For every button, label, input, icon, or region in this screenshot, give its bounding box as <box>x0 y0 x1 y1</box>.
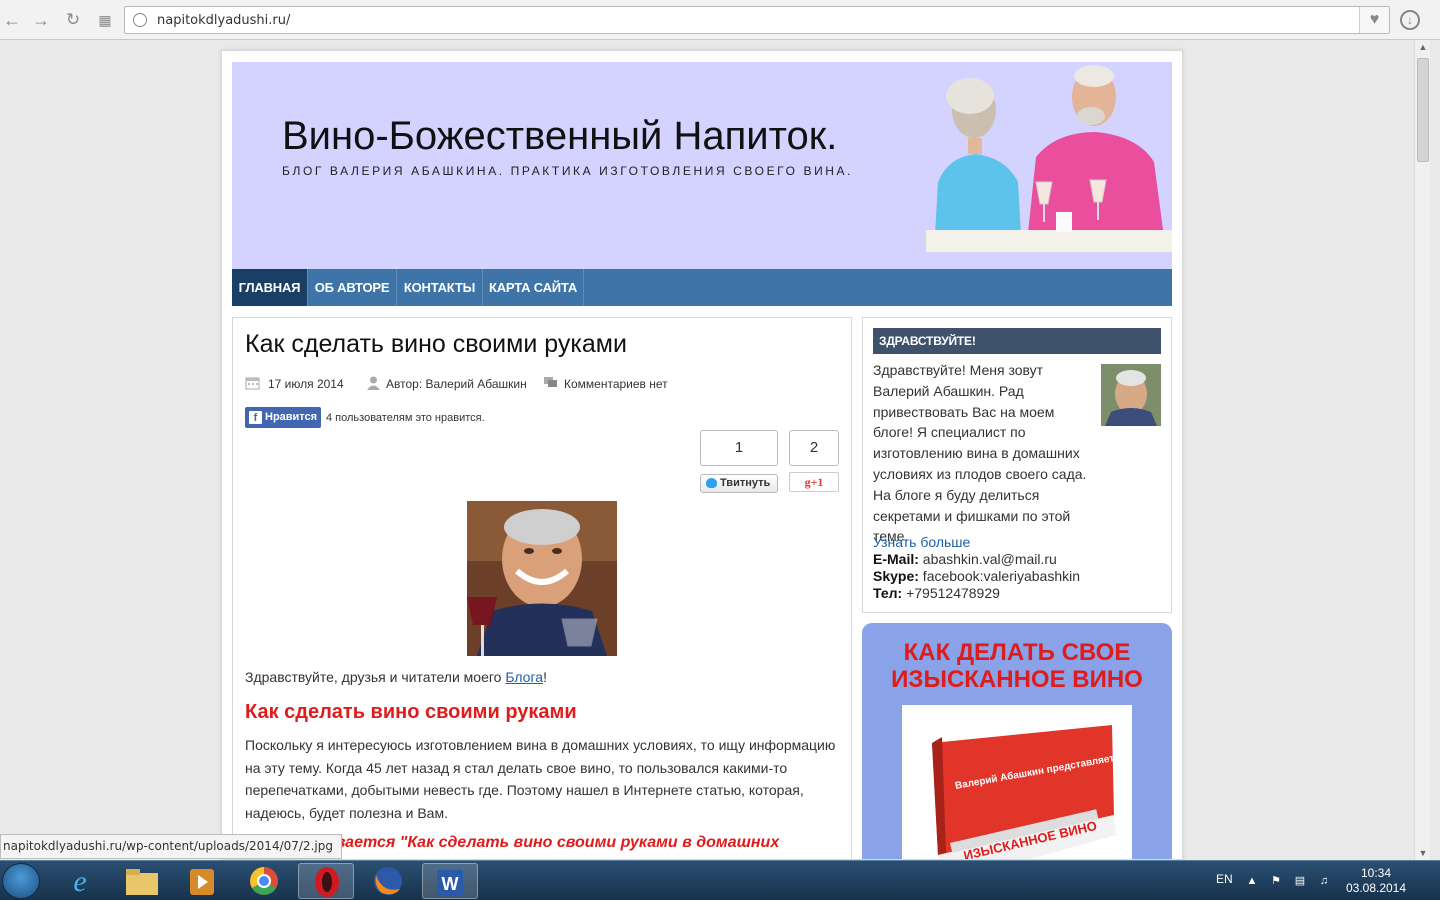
ie-icon[interactable]: e <box>52 863 108 899</box>
reload-icon[interactable]: ↻ <box>63 10 83 30</box>
ebook-title: КАК ДЕЛАТЬ СВОЕ ИЗЫСКАННОЕ ВИНО <box>891 639 1143 693</box>
calendar-icon <box>245 377 260 390</box>
post-photo[interactable] <box>467 501 617 656</box>
svg-text:e: e <box>73 865 86 898</box>
about-widget: ЗДРАВСТВУЙТЕ! Здравствуйте! Меня зовут В… <box>862 317 1172 613</box>
facebook-like-button[interactable]: f Нравится <box>245 407 321 428</box>
gplus-count: 2 <box>789 430 839 466</box>
tweet-button[interactable]: Твитнуть <box>700 474 778 493</box>
twitter-icon <box>706 478 717 488</box>
facebook-icon: f <box>249 411 262 424</box>
forward-icon[interactable]: → <box>31 10 51 30</box>
contact-skype: Skype: facebook:valeriyabashkin <box>873 568 1081 584</box>
contact-email: E-Mail: abashkin.val@mail.ru <box>873 551 1057 567</box>
post-comments[interactable]: Комментариев нет <box>564 377 668 391</box>
apps-grid-icon[interactable]: ▦ <box>95 10 115 30</box>
post-italic-quote: азывается "Как сделать вино своими рукам… <box>305 834 780 851</box>
action-center-icon[interactable]: ⚑ <box>1270 875 1282 887</box>
firefox-icon[interactable] <box>360 863 416 899</box>
explorer-icon[interactable] <box>114 863 170 899</box>
header-couple-photo <box>926 62 1172 252</box>
address-bar[interactable]: napitokdlyadushi.ru/ ♥ <box>124 6 1390 34</box>
network-icon[interactable]: ▤ <box>1294 875 1306 887</box>
post-heading: Как сделать вино своими руками <box>245 701 577 723</box>
site-header: Вино-Божественный Напиток. БЛОГ ВАЛЕРИЯ … <box>232 62 1172 269</box>
facebook-like-count: 4 пользователям это нравится. <box>326 412 485 424</box>
post-content: Как сделать вино своими руками 17 июля 2… <box>232 317 852 859</box>
input-language[interactable]: EN <box>1216 872 1233 886</box>
ebook-promo[interactable]: КАК ДЕЛАТЬ СВОЕ ИЗЫСКАННОЕ ВИНО Валерий … <box>862 623 1172 859</box>
windows-taskbar: e W EN ▲ ⚑ ▤ ♫ 10:34 03.08.2014 <box>0 860 1440 900</box>
author-icon <box>367 376 380 390</box>
post-title[interactable]: Как сделать вино своими руками <box>245 330 627 359</box>
back-icon[interactable]: ← <box>2 10 22 30</box>
ebook-cover[interactable]: Валерий Абашкин представляет ИЗЫСКАННОЕ … <box>902 705 1132 859</box>
nav-item-home[interactable]: ГЛАВНАЯ <box>232 269 308 306</box>
page-container: Вино-Божественный Напиток. БЛОГ ВАЛЕРИЯ … <box>221 50 1183 860</box>
word-icon[interactable]: W <box>422 863 478 899</box>
clock[interactable]: 10:34 03.08.2014 <box>1345 866 1407 896</box>
post-greeting: Здравствуйте, друзья и читатели моего Бл… <box>245 669 547 685</box>
widget-text: Здравствуйте! Меня зовут Валерий Абашкин… <box>873 362 1087 545</box>
page-scrollbar[interactable]: ▲ ▼ <box>1414 40 1430 860</box>
media-player-icon[interactable] <box>174 863 230 899</box>
url-text: napitokdlyadushi.ru/ <box>157 13 291 28</box>
blog-link[interactable]: Блога <box>505 669 543 685</box>
page-info-icon[interactable] <box>133 13 147 27</box>
tweet-count: 1 <box>700 430 778 466</box>
browser-toolbar: ← → ↻ ▦ napitokdlyadushi.ru/ ♥ ↓ <box>0 0 1440 40</box>
site-description: БЛОГ ВАЛЕРИЯ АБАШКИНА. ПРАКТИКА ИЗГОТОВЛ… <box>282 164 854 178</box>
scroll-up-icon[interactable]: ▲ <box>1415 40 1431 54</box>
contact-phone: Тел: +79512478929 <box>873 585 1000 601</box>
learn-more-link[interactable]: Узнать больше <box>873 534 970 550</box>
post-author: Автор: Валерий Абашкин <box>386 377 527 391</box>
svg-text:W: W <box>442 874 459 894</box>
volume-icon[interactable]: ♫ <box>1318 875 1330 887</box>
status-bar-link: napitokdlyadushi.ru/wp-content/uploads/2… <box>0 834 342 859</box>
nav-item-about[interactable]: ОБ АВТОРЕ <box>308 269 397 306</box>
nav-item-contacts[interactable]: КОНТАКТЫ <box>397 269 483 306</box>
bookmark-heart-icon[interactable]: ♥ <box>1359 7 1389 33</box>
site-title[interactable]: Вино-Божественный Напиток. <box>282 114 837 159</box>
scroll-down-icon[interactable]: ▼ <box>1415 846 1431 860</box>
widget-title: ЗДРАВСТВУЙТЕ! <box>873 328 1161 354</box>
post-paragraph: Поскольку я интересуюсь изготовлением ви… <box>245 737 836 821</box>
scroll-thumb[interactable] <box>1417 58 1429 162</box>
download-icon[interactable]: ↓ <box>1400 10 1420 30</box>
chrome-icon[interactable] <box>236 863 292 899</box>
gplus-button[interactable]: g+1 <box>789 472 839 492</box>
opera-icon[interactable] <box>298 863 354 899</box>
main-nav: ГЛАВНАЯ ОБ АВТОРЕ КОНТАКТЫ КАРТА САЙТА <box>232 269 1172 306</box>
nav-item-sitemap[interactable]: КАРТА САЙТА <box>483 269 584 306</box>
author-avatar <box>1101 364 1161 426</box>
tray-arrow-icon[interactable]: ▲ <box>1246 875 1258 887</box>
post-date: 17 июля 2014 <box>268 377 344 391</box>
comments-icon <box>544 377 557 387</box>
start-button[interactable] <box>2 863 40 899</box>
